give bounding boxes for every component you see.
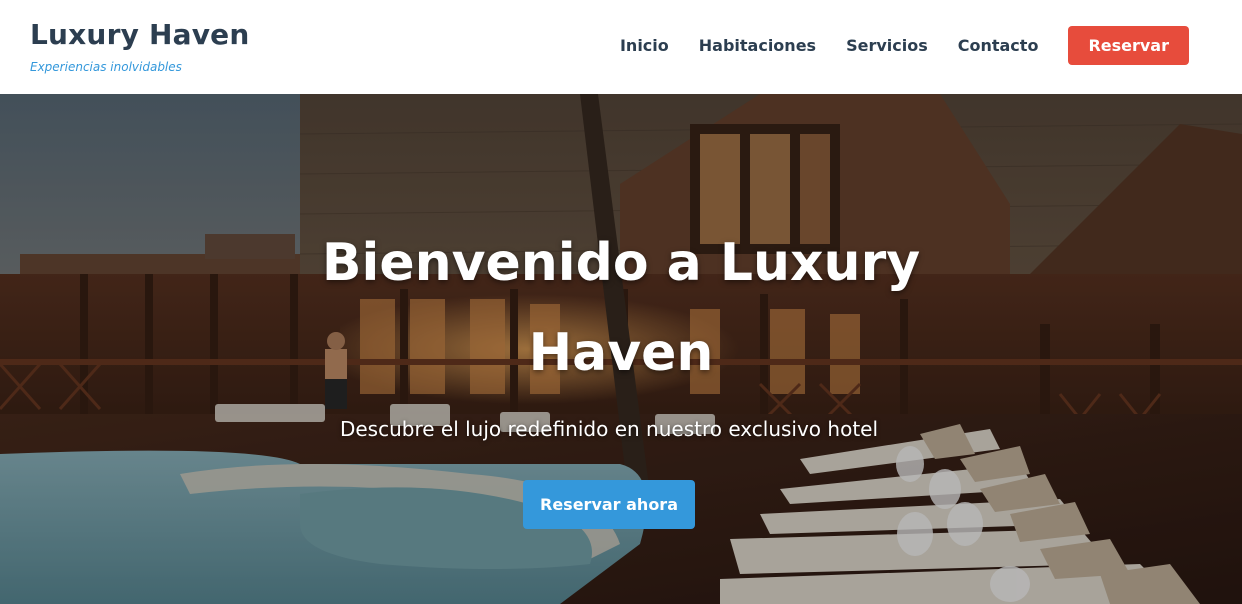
brand-title[interactable]: Luxury Haven xyxy=(30,16,249,54)
brand-tagline: Experiencias inolvidables xyxy=(30,60,182,74)
brand[interactable]: Luxury Haven Experiencias inolvidables xyxy=(30,16,249,74)
hero-content: Bienvenido a Luxury Haven Descubre el lu… xyxy=(0,94,1242,604)
nav-link-inicio[interactable]: Inicio xyxy=(620,36,669,55)
reservar-button[interactable]: Reservar xyxy=(1068,26,1189,65)
nav-link-servicios[interactable]: Servicios xyxy=(846,36,928,55)
hero-section: Bienvenido a Luxury Haven Descubre el lu… xyxy=(0,94,1242,604)
reservar-ahora-button[interactable]: Reservar ahora xyxy=(523,480,695,529)
site-header: Luxury Haven Experiencias inolvidables I… xyxy=(0,0,1242,94)
hero-title: Bienvenido a Luxury Haven xyxy=(321,233,921,383)
nav-link-habitaciones[interactable]: Habitaciones xyxy=(699,36,816,55)
main-nav: Inicio Habitaciones Servicios Contacto R… xyxy=(620,26,1189,65)
nav-link-contacto[interactable]: Contacto xyxy=(958,36,1039,55)
hero-subtitle: Descubre el lujo redefinido en nuestro e… xyxy=(339,417,879,441)
